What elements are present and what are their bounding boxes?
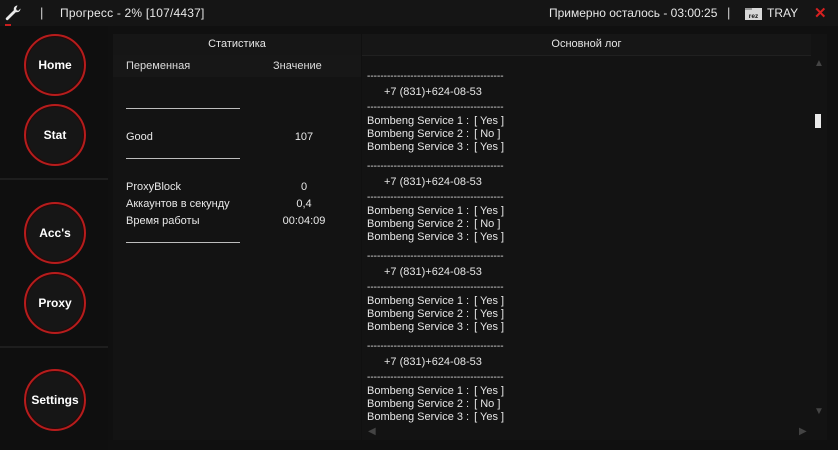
divider-line: [126, 158, 240, 159]
progress-text: Прогресс - 2% [107/4437]: [60, 6, 205, 20]
nav-home-button[interactable]: Home: [24, 34, 86, 96]
service-name: Bombeng Service 1 :: [367, 115, 470, 127]
nav-accs-button[interactable]: Acc's: [24, 202, 86, 264]
sidebar: Home Stat Acc's Proxy Settings: [0, 26, 108, 450]
service-name: Bombeng Service 1 :: [367, 385, 470, 397]
statistics-panel: Статистика Переменная Значение Good 107 …: [113, 34, 361, 440]
log-separator: ----------------------------------------…: [367, 71, 504, 82]
stat-value-proxyblock: 0: [300, 181, 308, 193]
log-service-line: Bombeng Service 3 : [ Yes ]: [367, 231, 527, 244]
service-status: [ No ]: [474, 218, 501, 230]
separator: |: [727, 5, 731, 20]
log-phone: +7 (831)+624-08-53: [384, 176, 482, 188]
log-vertical-scrollbar[interactable]: ▲ ▼: [811, 56, 827, 428]
service-status: [ Yes ]: [474, 205, 505, 217]
log-horizontal-scrollbar[interactable]: ◀ ▶: [362, 426, 811, 440]
stat-value-good: 107: [294, 131, 314, 143]
log-service-line: Bombeng Service 3 : [ Yes ]: [367, 141, 527, 154]
scroll-up-icon[interactable]: ▲: [814, 58, 824, 69]
log-separator: ----------------------------------------…: [367, 372, 504, 383]
log-service-line: Bombeng Service 2 : [ No ]: [367, 218, 527, 231]
stat-name-good: Good: [126, 131, 153, 143]
column-header-variable: Переменная: [126, 60, 191, 72]
nav-settings-button[interactable]: Settings: [24, 369, 86, 431]
scrollbar-thumb[interactable]: [815, 114, 821, 128]
service-name: Bombeng Service 3 :: [367, 141, 470, 153]
scroll-down-icon[interactable]: ▼: [814, 406, 824, 417]
service-status: [ Yes ]: [474, 141, 505, 153]
stat-name-proxyblock: ProxyBlock: [126, 181, 182, 193]
sidebar-divider: [0, 346, 108, 348]
stat-value-accounts-per-second: 0,4: [296, 198, 312, 210]
statistics-header: Переменная Значение: [113, 55, 361, 77]
log-phone: +7 (831)+624-08-53: [384, 356, 482, 368]
service-status: [ Yes ]: [474, 295, 505, 307]
close-button[interactable]: ✕: [814, 4, 827, 22]
log-phone: +7 (831)+624-08-53: [384, 86, 482, 98]
tray-button[interactable]: TRAY: [767, 6, 798, 20]
service-status: [ Yes ]: [474, 385, 505, 397]
time-remaining-text: Примерно осталось - 03:00:25: [549, 6, 718, 20]
divider-line: [126, 242, 240, 243]
log-service-line: Bombeng Service 1 : [ Yes ]: [367, 295, 527, 308]
service-status: [ Yes ]: [474, 411, 505, 423]
log-service-line: Bombeng Service 1 : [ Yes ]: [367, 385, 527, 398]
log-service-line: Bombeng Service 2 : [ No ]: [367, 398, 527, 411]
log-entry: ----------------------------------------…: [367, 70, 527, 154]
divider-line: [126, 108, 240, 109]
scroll-right-icon[interactable]: ▶: [799, 426, 807, 437]
log-entry: ----------------------------------------…: [367, 250, 527, 334]
service-status: [ Yes ]: [474, 231, 505, 243]
folder-icon[interactable]: rez: [745, 8, 762, 20]
statistics-title: Статистика: [113, 34, 361, 56]
log-separator: ----------------------------------------…: [367, 161, 504, 172]
service-name: Bombeng Service 2 :: [367, 308, 470, 320]
log-phone: +7 (831)+624-08-53: [384, 266, 482, 278]
service-status: [ Yes ]: [474, 308, 505, 320]
nav-stat-button[interactable]: Stat: [24, 104, 86, 166]
log-separator: ----------------------------------------…: [367, 282, 504, 293]
service-status: [ Yes ]: [474, 321, 505, 333]
service-status: [ No ]: [474, 128, 501, 140]
log-service-line: Bombeng Service 3 : [ Yes ]: [367, 321, 527, 334]
log-separator: ----------------------------------------…: [367, 341, 504, 352]
log-service-line: Bombeng Service 1 : [ Yes ]: [367, 115, 527, 128]
service-name: Bombeng Service 2 :: [367, 128, 470, 140]
stat-value-uptime: 00:04:09: [282, 215, 326, 227]
service-status: [ No ]: [474, 398, 501, 410]
scroll-left-icon[interactable]: ◀: [368, 426, 376, 437]
column-header-value: Значение: [273, 60, 322, 72]
log-entry: ----------------------------------------…: [367, 340, 527, 424]
log-service-line: Bombeng Service 3 : [ Yes ]: [367, 411, 527, 424]
wrench-icon[interactable]: [4, 4, 22, 22]
title-bar: | Прогресс - 2% [107/4437] Примерно оста…: [0, 0, 838, 26]
log-service-line: Bombeng Service 2 : [ No ]: [367, 128, 527, 141]
service-name: Bombeng Service 1 :: [367, 205, 470, 217]
log-service-line: Bombeng Service 2 : [ Yes ]: [367, 308, 527, 321]
nav-proxy-button[interactable]: Proxy: [24, 272, 86, 334]
stat-name-uptime: Время работы: [126, 215, 200, 227]
service-name: Bombeng Service 3 :: [367, 231, 470, 243]
service-name: Bombeng Service 1 :: [367, 295, 470, 307]
service-name: Bombeng Service 2 :: [367, 218, 470, 230]
main-log-title: Основной лог: [362, 34, 811, 56]
separator: |: [40, 5, 44, 20]
log-separator: ----------------------------------------…: [367, 192, 504, 203]
service-name: Bombeng Service 2 :: [367, 398, 470, 410]
log-separator: ----------------------------------------…: [367, 251, 504, 262]
log-content[interactable]: ----------------------------------------…: [362, 56, 811, 426]
folder-icon-label: rez: [749, 13, 759, 20]
log-separator: ----------------------------------------…: [367, 102, 504, 113]
log-entry: ----------------------------------------…: [367, 160, 527, 244]
sidebar-divider: [0, 178, 108, 180]
main-log-panel: Основной лог ---------------------------…: [362, 34, 827, 440]
service-status: [ Yes ]: [474, 115, 505, 127]
log-service-line: Bombeng Service 1 : [ Yes ]: [367, 205, 527, 218]
stat-name-accounts-per-second: Аккаунтов в секунду: [126, 198, 230, 210]
service-name: Bombeng Service 3 :: [367, 411, 470, 423]
service-name: Bombeng Service 3 :: [367, 321, 470, 333]
